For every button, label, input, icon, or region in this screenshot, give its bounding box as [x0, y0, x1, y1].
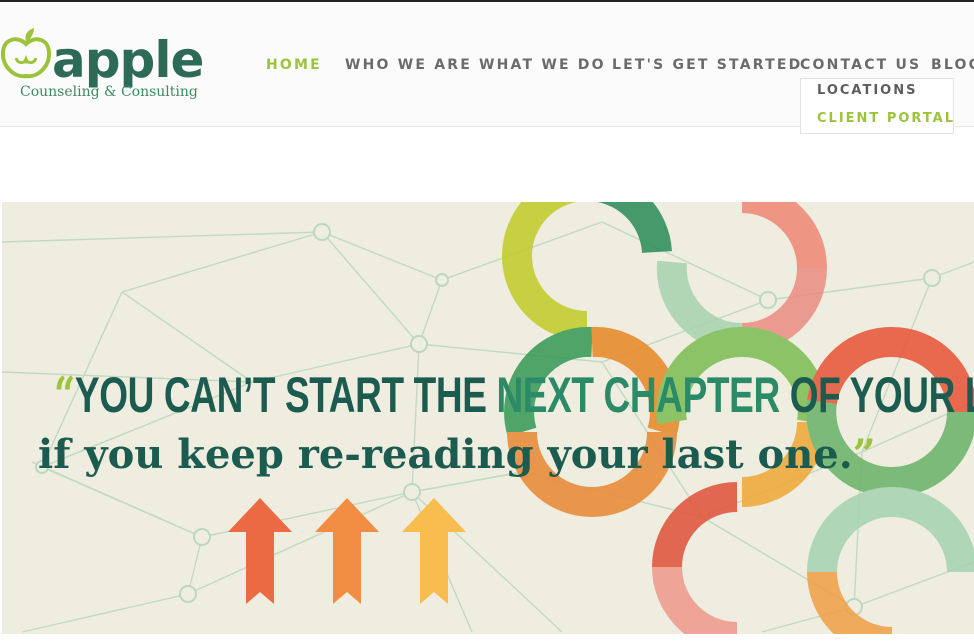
close-quote-mark: ”	[852, 431, 876, 478]
quote-text-start: YOU CAN’T START THE	[74, 367, 497, 423]
nav-contact-us[interactable]: CONTACT US	[800, 50, 921, 80]
logo-tagline: Counseling & Consulting	[20, 84, 198, 100]
nav-blog[interactable]: BLOG	[931, 50, 974, 80]
site-header: apple Counseling & Consulting HOME WHO W…	[0, 2, 974, 134]
arrow-icon	[402, 498, 466, 604]
arrow-icon	[315, 498, 379, 604]
nav-lets-get-started[interactable]: LET'S GET STARTED	[612, 50, 802, 80]
dropdown-item-client-portal[interactable]: CLIENT PORTAL	[817, 111, 955, 126]
quote-highlight: NEXT CHAPTER	[496, 367, 780, 423]
hero-quote-line-1: “YOU CAN’T START THE NEXT CHAPTER OF YOU…	[54, 366, 974, 424]
dropdown-item-locations[interactable]: LOCATIONS	[817, 83, 917, 98]
nav-who-we-are[interactable]: WHO WE ARE	[345, 50, 472, 80]
nav-home[interactable]: HOME	[266, 50, 322, 80]
quote-second-line: if you keep re-reading your last one.	[38, 431, 853, 478]
nav-what-we-do[interactable]: WHAT WE DO	[479, 50, 606, 80]
contact-dropdown-menu: LOCATIONS CLIENT PORTAL	[800, 78, 954, 134]
open-quote-mark: “	[54, 365, 75, 424]
hero-banner: “YOU CAN’T START THE NEXT CHAPTER OF YOU…	[2, 202, 974, 634]
quote-text-end: OF YOUR LIFE	[789, 367, 974, 423]
main-nav: HOME WHO WE ARE WHAT WE DO LET'S GET STA…	[0, 50, 974, 80]
hero-quote-line-2: if you keep re-reading your last one.”	[38, 430, 876, 480]
